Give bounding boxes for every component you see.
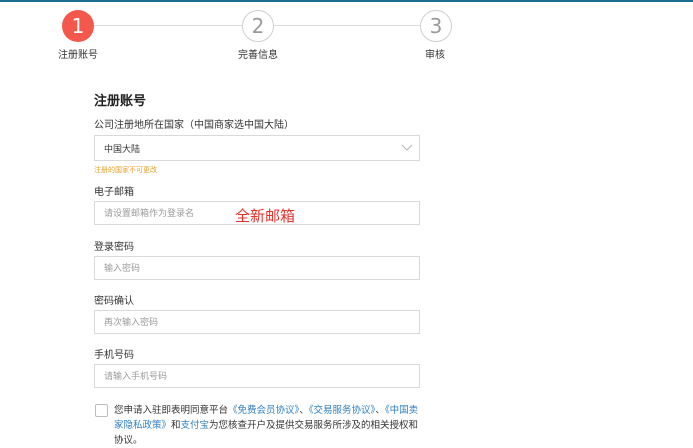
confirm-password-field-box <box>94 310 420 334</box>
phone-field-box <box>94 364 420 388</box>
free-member-agreement-link[interactable]: 《免费会员协议》 <box>228 405 299 416</box>
step-connector-1 <box>94 25 242 26</box>
phone-label: 手机号码 <box>94 350 134 361</box>
email-label: 电子邮箱 <box>94 187 134 198</box>
email-annotation: 全新邮箱 <box>235 208 296 225</box>
alipay-link[interactable]: 支付宝 <box>181 420 210 431</box>
country-warning: 注册的国家不可更改 <box>94 167 157 174</box>
agreement-prefix: 您申请入驻即表明同意平台 <box>114 405 229 416</box>
step-3-number: 3 <box>429 14 443 38</box>
step-1-number: 1 <box>71 14 85 38</box>
password-input[interactable] <box>104 257 419 279</box>
top-border <box>0 0 693 2</box>
step-connector-2 <box>274 25 420 26</box>
chevron-down-icon <box>401 144 413 151</box>
agreement-checkbox[interactable] <box>95 404 108 417</box>
step-3-label: 审核 <box>425 50 445 61</box>
country-label: 公司注册地所在国家（中国商家选中国大陆） <box>94 120 294 131</box>
country-select[interactable]: 中国大陆 <box>94 135 420 161</box>
step-1-label: 注册账号 <box>58 50 98 61</box>
step-1-circle: 1 <box>62 10 94 42</box>
step-2-label: 完善信息 <box>238 50 278 61</box>
confirm-password-label: 密码确认 <box>94 296 134 307</box>
agreement-mid: 和 <box>171 420 181 431</box>
form-title: 注册账号 <box>94 93 147 108</box>
agreement-sep-2: 、 <box>375 405 385 416</box>
country-select-value: 中国大陆 <box>104 143 141 154</box>
agreement-text: 您申请入驻即表明同意平台《免费会员协议》、《交易服务协议》、《中国卖家隐私政策》… <box>114 403 424 448</box>
password-label: 登录密码 <box>94 242 134 253</box>
step-2-circle: 2 <box>242 10 274 42</box>
agreement-sep-1: 、 <box>299 405 309 416</box>
phone-input[interactable] <box>104 365 419 387</box>
password-field-box <box>94 256 420 280</box>
trade-service-agreement-link[interactable]: 《交易服务协议》 <box>309 405 376 416</box>
confirm-password-input[interactable] <box>104 311 419 333</box>
step-2-number: 2 <box>251 14 265 38</box>
step-3-circle: 3 <box>420 10 452 42</box>
